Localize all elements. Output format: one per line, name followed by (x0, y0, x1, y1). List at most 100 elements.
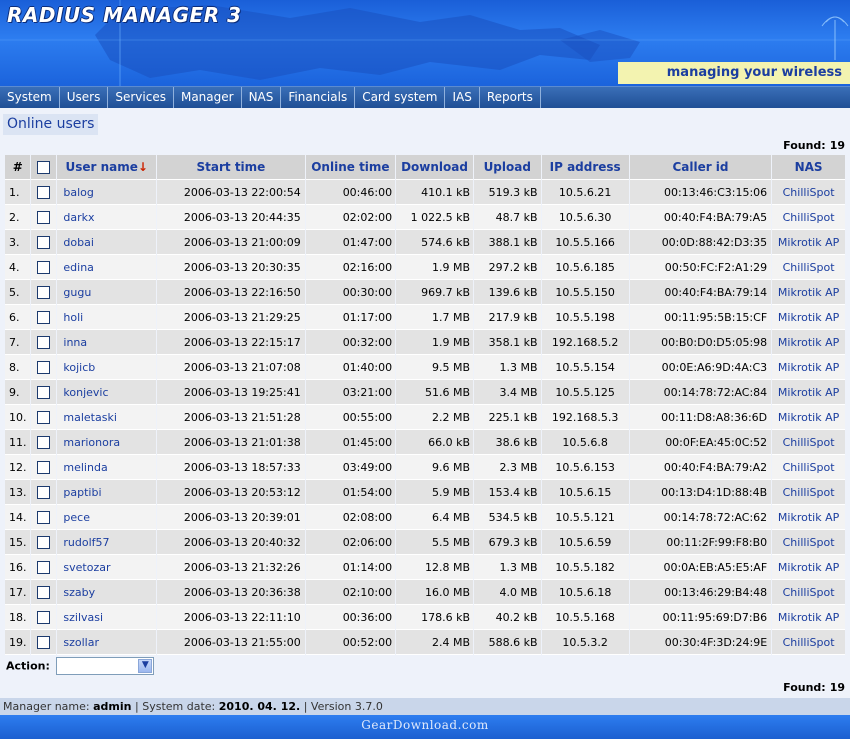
col-ip-header[interactable]: IP address (541, 155, 629, 180)
user-name-link[interactable]: marionora (60, 436, 120, 449)
nav-item-ias[interactable]: IAS (445, 87, 480, 108)
row-checkbox[interactable] (37, 185, 51, 199)
user-name-link[interactable]: rudolf57 (60, 536, 109, 549)
start-time-cell: 2006-03-13 22:11:10 (157, 605, 305, 630)
col-nas-header[interactable]: NAS (772, 155, 845, 180)
select-all-checkbox[interactable] (37, 161, 51, 174)
row-checkbox[interactable] (37, 635, 51, 649)
row-checkbox[interactable] (37, 535, 51, 549)
row-checkbox[interactable] (37, 510, 51, 524)
nav-item-reports[interactable]: Reports (480, 87, 541, 108)
user-name-link[interactable]: kojicb (60, 361, 95, 374)
user-cell: inna (57, 330, 157, 355)
row-checkbox[interactable] (37, 460, 51, 474)
user-name-link[interactable]: inna (60, 336, 87, 349)
chevron-down-icon[interactable]: ▼ (138, 659, 153, 673)
ip-address-cell: 10.5.6.21 (541, 180, 629, 205)
user-name-link[interactable]: gugu (60, 286, 91, 299)
nav-item-services[interactable]: Services (108, 87, 174, 108)
row-checkbox[interactable] (37, 235, 51, 249)
user-name-link[interactable]: holi (60, 311, 83, 324)
row-checkbox[interactable] (37, 260, 51, 274)
download-cell: 12.8 MB (396, 555, 473, 580)
col-caller-header[interactable]: Caller id (629, 155, 772, 180)
caller-id-cell: 00:13:D4:1D:88:4B (629, 480, 772, 505)
col-download-header[interactable]: Download (396, 155, 473, 180)
user-name-link[interactable]: pece (60, 511, 90, 524)
caller-id-cell: 00:13:46:29:B4:48 (629, 580, 772, 605)
row-checkbox[interactable] (37, 360, 51, 374)
antenna-icon (821, 16, 849, 60)
user-name-link[interactable]: dobai (60, 236, 94, 249)
row-checkbox[interactable] (37, 560, 51, 574)
online-time-cell: 02:10:00 (305, 580, 396, 605)
row-checkbox[interactable] (37, 585, 51, 599)
col-user-header[interactable]: User name↓ (57, 155, 157, 180)
row-checkbox[interactable] (37, 385, 51, 399)
start-time-cell: 2006-03-13 22:00:54 (157, 180, 305, 205)
user-name-header-label[interactable]: User name (66, 160, 138, 174)
table-row: 10. maletaski 2006-03-13 21:51:28 00:55:00 2… (5, 405, 845, 430)
row-checkbox[interactable] (37, 210, 51, 224)
download-cell: 5.5 MB (396, 530, 473, 555)
user-cell: darkx (57, 205, 157, 230)
row-checkbox[interactable] (37, 335, 51, 349)
user-cell: edina (57, 255, 157, 280)
download-cell: 574.6 kB (396, 230, 473, 255)
col-index-header: # (5, 155, 31, 180)
start-time-cell: 2006-03-13 22:15:17 (157, 330, 305, 355)
user-name-link[interactable]: konjevic (60, 386, 108, 399)
upload-cell: 38.6 kB (474, 430, 541, 455)
system-date-label: System date: (142, 700, 216, 713)
nav-item-system[interactable]: System (0, 87, 60, 108)
start-time-cell: 2006-03-13 20:30:35 (157, 255, 305, 280)
nav-item-financials[interactable]: Financials (281, 87, 356, 108)
row-checkbox[interactable] (37, 610, 51, 624)
nas-cell: ChilliSpot (772, 455, 845, 480)
online-time-cell: 00:55:00 (305, 405, 396, 430)
ip-address-cell: 10.5.5.182 (541, 555, 629, 580)
user-name-link[interactable]: balog (60, 186, 94, 199)
user-name-link[interactable]: paptibi (60, 486, 101, 499)
user-name-link[interactable]: szollar (60, 636, 99, 649)
user-name-link[interactable]: maletaski (60, 411, 117, 424)
col-online-header[interactable]: Online time (305, 155, 396, 180)
col-start-header[interactable]: Start time (157, 155, 305, 180)
nas-cell: ChilliSpot (772, 205, 845, 230)
col-upload-header[interactable]: Upload (474, 155, 541, 180)
nav-item-nas[interactable]: NAS (242, 87, 282, 108)
user-cell: szaby (57, 580, 157, 605)
table-row: 14. pece 2006-03-13 20:39:01 02:08:00 6.4 MB… (5, 505, 845, 530)
upload-cell: 2.3 MB (474, 455, 541, 480)
row-checkbox[interactable] (37, 435, 51, 449)
user-name-link[interactable]: edina (60, 261, 94, 274)
user-cell: szilvasi (57, 605, 157, 630)
user-name-link[interactable]: szilvasi (60, 611, 103, 624)
caller-id-cell: 00:14:78:72:AC:84 (629, 380, 772, 405)
row-checkbox[interactable] (37, 285, 51, 299)
row-index: 10. (5, 405, 31, 430)
download-cell: 410.1 kB (396, 180, 473, 205)
row-checkbox[interactable] (37, 410, 51, 424)
start-time-cell: 2006-03-13 21:51:28 (157, 405, 305, 430)
user-name-link[interactable]: melinda (60, 461, 107, 474)
nav-item-users[interactable]: Users (60, 87, 109, 108)
row-checkbox[interactable] (37, 485, 51, 499)
nav-item-card-system[interactable]: Card system (355, 87, 446, 108)
user-name-link[interactable]: svetozar (60, 561, 110, 574)
user-name-link[interactable]: darkx (60, 211, 94, 224)
ip-address-cell: 10.5.5.125 (541, 380, 629, 405)
caller-id-cell: 00:0E:A6:9D:4A:C3 (629, 355, 772, 380)
ip-address-cell: 10.5.5.166 (541, 230, 629, 255)
tagline: managing your wireless world... (618, 62, 850, 84)
nav-item-manager[interactable]: Manager (174, 87, 242, 108)
user-cell: marionora (57, 430, 157, 455)
start-time-cell: 2006-03-13 20:44:35 (157, 205, 305, 230)
action-dropdown[interactable]: ▼ (56, 657, 155, 675)
row-select-cell (31, 555, 57, 580)
row-checkbox[interactable] (37, 310, 51, 324)
user-cell: kojicb (57, 355, 157, 380)
row-index: 17. (5, 580, 31, 605)
download-cell: 1.9 MB (396, 255, 473, 280)
user-name-link[interactable]: szaby (60, 586, 95, 599)
